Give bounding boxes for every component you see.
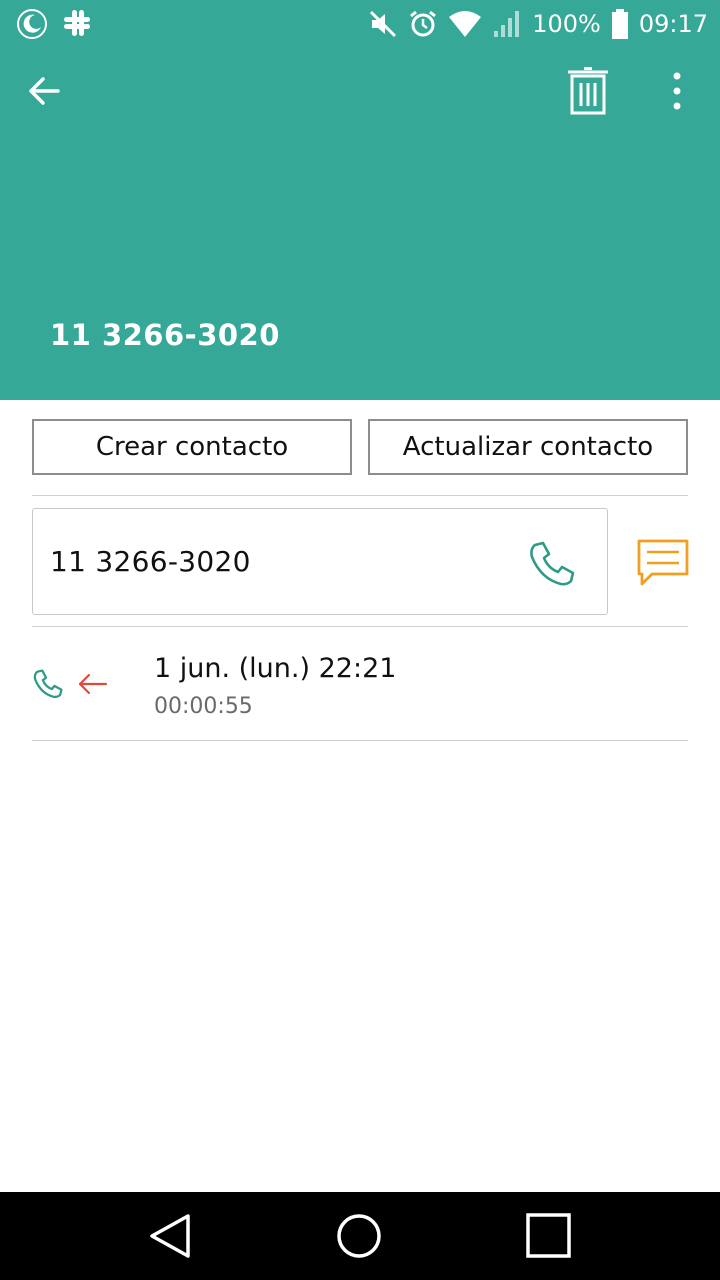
clock-text: 09:17 xyxy=(638,10,708,38)
square-recent-icon xyxy=(526,1213,571,1258)
divider xyxy=(32,740,688,741)
more-options-button[interactable] xyxy=(660,68,694,114)
delete-button[interactable] xyxy=(566,66,610,116)
arrow-left-icon xyxy=(29,77,60,105)
back-button[interactable] xyxy=(22,68,68,114)
trash-icon xyxy=(568,67,608,115)
call-date: 1 jun. (lun.) 22:21 xyxy=(154,653,397,684)
call-log-item[interactable]: 1 jun. (lun.) 22:21 00:00:55 xyxy=(32,628,688,740)
phone-icon xyxy=(32,668,64,704)
nav-recent-button[interactable] xyxy=(520,1210,576,1262)
message-icon xyxy=(637,539,689,586)
call-duration: 00:00:55 xyxy=(154,694,253,719)
wifi-icon xyxy=(448,9,482,39)
nav-back-button[interactable] xyxy=(144,1210,200,1262)
create-contact-button[interactable]: Crear contacto xyxy=(32,419,352,475)
header: 100% 09:17 11 3266-3020 xyxy=(0,0,720,400)
phone-icon xyxy=(530,541,575,586)
alarm-icon xyxy=(408,9,438,39)
battery-text: 100% xyxy=(532,10,601,38)
slack-icon xyxy=(62,8,92,40)
update-contact-button[interactable]: Actualizar contacto xyxy=(368,419,688,475)
battery-icon xyxy=(611,8,629,40)
more-vert-icon xyxy=(673,72,681,110)
number-card[interactable]: 11 3266-3020 xyxy=(32,508,608,615)
incoming-arrow-icon xyxy=(76,671,108,701)
call-button[interactable] xyxy=(527,539,577,589)
moon-icon xyxy=(16,8,48,40)
circle-home-icon xyxy=(337,1214,381,1258)
header-phone-number: 11 3266-3020 xyxy=(50,318,280,352)
divider xyxy=(32,495,688,496)
message-button[interactable] xyxy=(636,538,690,588)
number-text: 11 3266-3020 xyxy=(50,545,251,578)
triangle-back-icon xyxy=(150,1214,190,1258)
divider xyxy=(32,626,688,627)
nav-home-button[interactable] xyxy=(331,1210,387,1262)
status-bar: 100% 09:17 xyxy=(0,0,720,50)
navigation-bar xyxy=(0,1192,720,1280)
mute-icon xyxy=(368,9,398,39)
signal-icon xyxy=(492,9,522,39)
